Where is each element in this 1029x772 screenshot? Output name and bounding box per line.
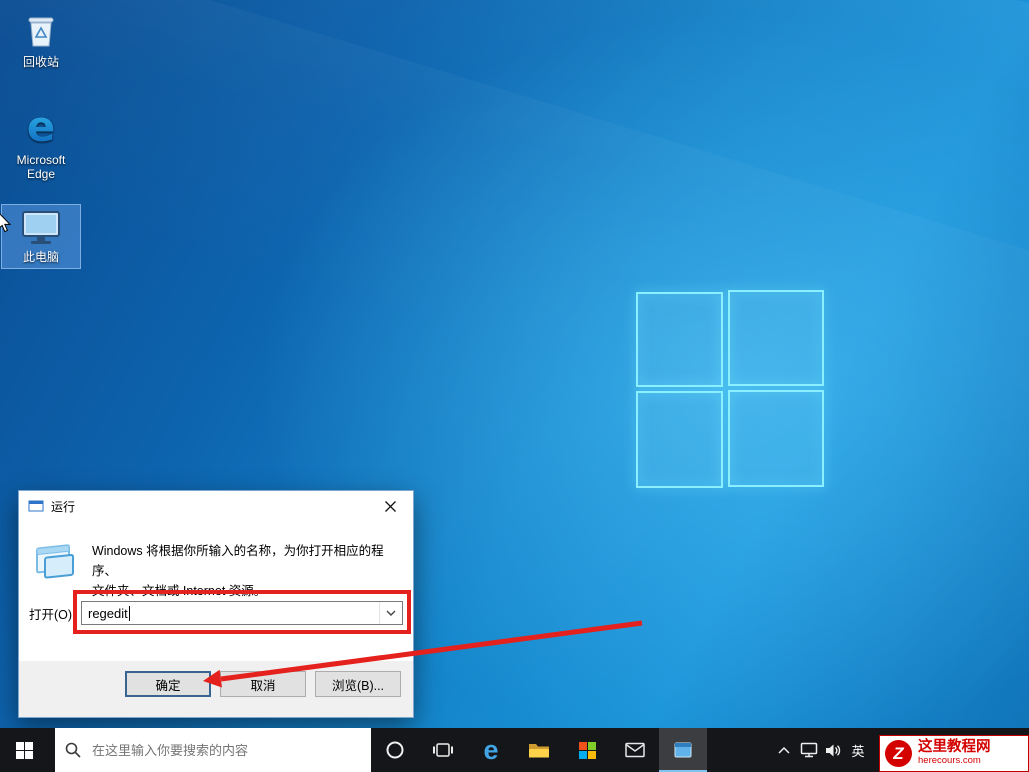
- chevron-up-icon: [777, 746, 790, 754]
- svg-text:e: e: [27, 106, 56, 150]
- taskbar-search-box[interactable]: [55, 728, 371, 772]
- desktop-icon-recycle-bin[interactable]: 回收站: [2, 6, 80, 73]
- task-view-button[interactable]: [419, 728, 467, 772]
- edge-icon: e: [483, 734, 499, 765]
- tray-expand-button[interactable]: [771, 728, 796, 772]
- windows-logo-wallpaper: [636, 290, 824, 488]
- site-watermark: Z 这里教程网 herecours.com: [879, 735, 1029, 772]
- recycle-bin-icon: [28, 17, 54, 47]
- mail-button[interactable]: [611, 728, 659, 772]
- watermark-site-url: herecours.com: [918, 755, 981, 767]
- desktop-icon-this-pc[interactable]: 此电脑: [1, 204, 81, 269]
- mail-icon: [625, 742, 645, 758]
- close-button[interactable]: [367, 491, 413, 521]
- search-icon: [65, 742, 81, 758]
- volume-tray-button[interactable]: [821, 728, 846, 772]
- taskbar: e: [0, 728, 1029, 772]
- light-beam: [0, 0, 1029, 492]
- cortana-button[interactable]: [371, 728, 419, 772]
- edge-icon: e: [27, 106, 56, 150]
- file-explorer-button[interactable]: [515, 728, 563, 772]
- run-dialog-titlebar[interactable]: 运行: [19, 491, 413, 521]
- combobox-dropdown-button[interactable]: [379, 602, 402, 624]
- run-command-combobox[interactable]: regedit: [81, 601, 403, 625]
- watermark-site-name: 这里教程网: [918, 739, 991, 756]
- ok-button[interactable]: 确定: [125, 671, 211, 697]
- file-explorer-icon: [529, 744, 549, 758]
- run-command-value[interactable]: regedit: [82, 606, 128, 621]
- task-view-icon: [433, 743, 453, 757]
- chevron-down-icon: [386, 610, 396, 616]
- search-input[interactable]: [90, 741, 361, 759]
- screen: 回收站 e Microsoft Edge 此电脑 运行 Windows 将根据你…: [0, 0, 1029, 772]
- run-dialog-title: 运行: [51, 499, 76, 514]
- desktop-icon-label: Microsoft Edge: [16, 153, 66, 181]
- run-dialog-description: Windows 将根据你所输入的名称，为你打开相应的程序、 文件夹、文档或 In…: [33, 537, 401, 601]
- store-icon: [578, 741, 596, 759]
- desktop-icon-microsoft-edge[interactable]: e Microsoft Edge: [2, 102, 80, 185]
- run-dialog-description-text: Windows 将根据你所输入的名称，为你打开相应的程序、 文件夹、文档或 In…: [91, 544, 384, 598]
- store-button[interactable]: [563, 728, 611, 772]
- text-caret: [128, 605, 130, 621]
- cortana-icon: [386, 741, 404, 759]
- run-dialog-footer: 确定 取消 浏览(B)...: [19, 661, 413, 717]
- desktop-icon-label: 回收站: [22, 55, 59, 69]
- active-app-window-icon: [674, 742, 692, 758]
- run-open-row: 打开(O): regedit: [29, 601, 403, 625]
- close-icon: [384, 500, 396, 512]
- desktop-icon-label: 此电脑: [22, 250, 59, 264]
- run-dialog: 运行 Windows 将根据你所输入的名称，为你打开相应的程序、 文件夹、文档或…: [18, 490, 414, 718]
- run-program-icon: [36, 544, 74, 579]
- display-icon: [800, 742, 817, 758]
- system-tray: 英: [771, 728, 870, 772]
- this-pc-icon: [22, 211, 60, 244]
- edge-taskbar-button[interactable]: e: [467, 728, 515, 772]
- run-dialog-title-icon: [28, 500, 44, 512]
- start-button[interactable]: [0, 728, 48, 772]
- network-display-tray-button[interactable]: [796, 728, 821, 772]
- windows-start-icon: [15, 741, 33, 759]
- open-label: 打开(O):: [29, 607, 76, 622]
- browse-button[interactable]: 浏览(B)...: [315, 671, 401, 697]
- ime-indicator[interactable]: 英: [846, 741, 870, 760]
- active-app-taskbar-button[interactable]: [659, 728, 707, 772]
- cancel-button[interactable]: 取消: [220, 671, 306, 697]
- speaker-icon: [826, 744, 841, 756]
- watermark-logo: Z: [885, 740, 912, 767]
